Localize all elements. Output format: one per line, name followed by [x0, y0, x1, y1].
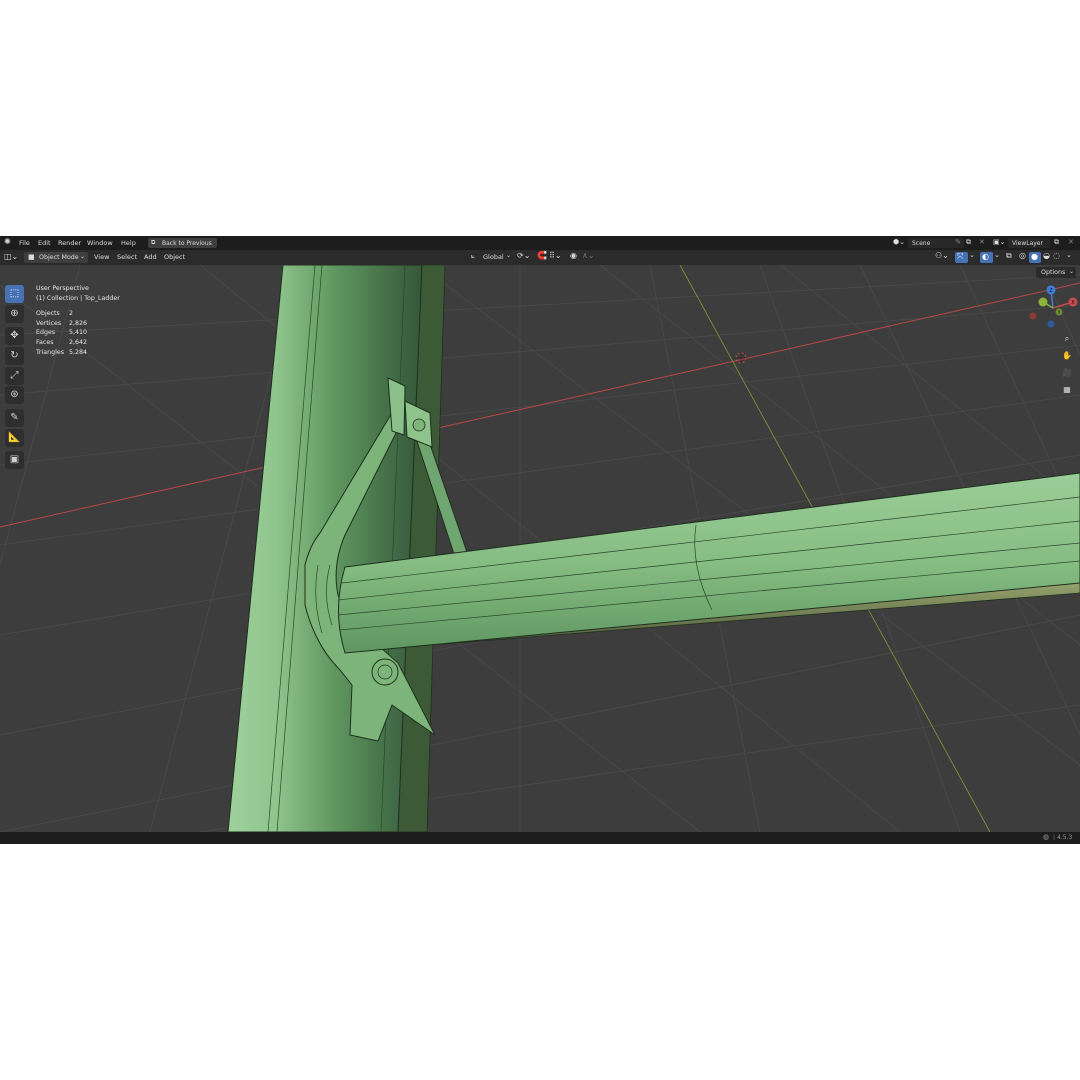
main-rail — [338, 472, 1080, 654]
menu-help[interactable]: Help — [121, 239, 136, 247]
menu-window[interactable]: Window — [87, 239, 113, 247]
overlays-icon: ◐ — [982, 252, 989, 261]
cursor-icon[interactable]: ⊕ — [5, 305, 24, 323]
delete-view-layer-icon[interactable]: ✕ — [1068, 238, 1074, 246]
viewport-header: ◫⌄ ■ Object Mode ⌄ View Select Add Objec… — [0, 250, 1080, 265]
annotate-icon[interactable]: ✎ — [5, 409, 24, 427]
xray-icon[interactable]: ⧉ — [1006, 251, 1012, 261]
menu-select[interactable]: Select — [117, 253, 137, 261]
x-label: X — [1071, 300, 1075, 306]
z-label: Z — [1049, 288, 1053, 294]
version-label: 4.5.3 — [1057, 834, 1073, 841]
pin-icon[interactable]: ✎ — [955, 238, 961, 246]
stats-row: Objects 2 — [36, 310, 74, 318]
back-to-previous-button[interactable]: ⧉ Back to Previous — [148, 238, 217, 248]
status-bar: ◍ | 4.5.3 — [0, 832, 1080, 844]
chevron-down-icon[interactable]: ⌄ — [994, 251, 1000, 259]
separator: | — [1053, 834, 1056, 841]
material-shading-icon[interactable]: ◒ — [1043, 251, 1050, 260]
view-layer-name: ViewLayer — [1012, 239, 1043, 247]
gizmo-icon: ⤧ — [957, 252, 964, 261]
mode-selector[interactable]: ■ Object Mode ⌄ — [24, 252, 88, 263]
gizmo-toggle[interactable]: ⤧ — [955, 252, 968, 263]
proportional-edit-icon[interactable]: ◉ — [570, 251, 577, 260]
bolt — [412, 418, 426, 432]
menu-file[interactable]: File — [19, 239, 30, 247]
solid-shading-toggle[interactable]: ● — [1029, 252, 1041, 263]
rotate-icon[interactable]: ↻ — [5, 347, 24, 365]
overlay-info: User Perspective (1) Collection | Top_La… — [36, 284, 120, 357]
stats-row: Faces 2,642 — [36, 338, 88, 346]
transform-orientation-icon[interactable]: ⟀ — [471, 252, 475, 261]
zoom-icon[interactable]: ⌕ — [1060, 332, 1074, 346]
visibility-icon[interactable]: ⚇⌄ — [935, 251, 949, 260]
new-scene-icon[interactable]: ⧉ — [966, 238, 971, 247]
top-menu-bar: ✺ File Edit Render Window Help ⧉ Back to… — [0, 236, 1080, 250]
hand-icon[interactable]: ✋ — [1060, 349, 1074, 363]
options-button[interactable]: Options ⌄ — [1036, 267, 1076, 278]
blender-window: ✺ File Edit Render Window Help ⧉ Back to… — [0, 236, 1080, 844]
scene-selector[interactable]: Scene ✎ — [908, 238, 964, 248]
menu-object[interactable]: Object — [164, 253, 185, 261]
move-icon[interactable]: ✥ — [5, 327, 24, 345]
back-to-previous-label: Back to Previous — [162, 239, 212, 247]
back-icon: ⧉ — [151, 239, 156, 246]
pivot-icon[interactable]: ⟳⌄ — [517, 251, 530, 260]
viewport-scene — [0, 265, 1080, 832]
rendered-shading-icon[interactable]: ◌ — [1053, 251, 1060, 260]
hook-hub — [371, 658, 399, 686]
stats-row: Vertices 2,826 — [36, 319, 88, 327]
chevron-down-icon[interactable]: ⌄ — [506, 252, 511, 259]
wireframe-shading-icon[interactable]: ◎ — [1019, 251, 1026, 260]
menu-render[interactable]: Render — [58, 239, 81, 247]
camera-icon[interactable]: 🎥 — [1060, 366, 1074, 380]
stats-row: Triangles 5,284 — [36, 348, 88, 356]
collection-label: (1) Collection | Top_Ladder — [36, 294, 120, 302]
view-layer-selector[interactable]: ViewLayer — [1008, 238, 1050, 248]
snap-icon[interactable]: 🧲 — [537, 251, 547, 260]
falloff-icon[interactable]: ∧⌄ — [582, 251, 595, 260]
menu-view[interactable]: View — [94, 253, 109, 261]
object-mode-icon: ■ — [28, 253, 35, 261]
overlays-toggle[interactable]: ◐ — [980, 252, 993, 263]
transform-orientation[interactable]: Global — [483, 253, 504, 261]
transform-icon[interactable]: ⊛ — [5, 386, 24, 404]
chevron-down-icon: ⌄ — [79, 253, 85, 260]
scene-name: Scene — [912, 239, 931, 247]
scene-icon[interactable]: ⬢⌄ — [893, 238, 905, 246]
y-axis-handle — [1038, 297, 1048, 307]
3d-cursor-icon — [735, 352, 747, 364]
grid-icon[interactable]: ▦ — [1060, 383, 1074, 397]
delete-scene-icon[interactable]: ✕ — [979, 238, 985, 246]
solid-shading-icon: ● — [1031, 252, 1038, 261]
select-box-icon[interactable]: ⬚ — [5, 285, 24, 303]
mode-label: Object Mode — [39, 254, 79, 261]
globe-icon: ◍ — [1043, 833, 1050, 841]
chevron-down-icon: ⌄ — [1068, 268, 1074, 275]
scale-icon[interactable]: ⤢ — [5, 367, 24, 385]
add-cube-icon[interactable]: ▣ — [5, 451, 24, 469]
new-view-layer-icon[interactable]: ⧉ — [1054, 238, 1059, 247]
3d-viewport[interactable]: User Perspective (1) Collection | Top_La… — [0, 265, 1080, 832]
y-label: Y — [1057, 310, 1061, 316]
blender-logo-icon[interactable]: ✺ — [4, 237, 11, 246]
chevron-down-icon[interactable]: ⌄ — [1066, 251, 1072, 259]
view-layer-icon[interactable]: ▣⌄ — [993, 238, 1005, 246]
x-axis-line — [0, 282, 1080, 528]
menu-add[interactable]: Add — [144, 253, 157, 261]
navigation-gizmo[interactable]: Z X Y — [1028, 283, 1078, 333]
menu-edit[interactable]: Edit — [38, 239, 51, 247]
options-label: Options — [1041, 268, 1066, 276]
stats-row: Edges 5,410 — [36, 329, 88, 337]
measure-icon[interactable]: 📐 — [5, 429, 24, 447]
editor-type-icon[interactable]: ◫⌄ — [4, 252, 18, 261]
chevron-down-icon[interactable]: ⌄ — [969, 251, 975, 259]
view-perspective-label: User Perspective — [36, 285, 89, 292]
snap-target-icon[interactable]: ⠿⌄ — [549, 251, 562, 260]
